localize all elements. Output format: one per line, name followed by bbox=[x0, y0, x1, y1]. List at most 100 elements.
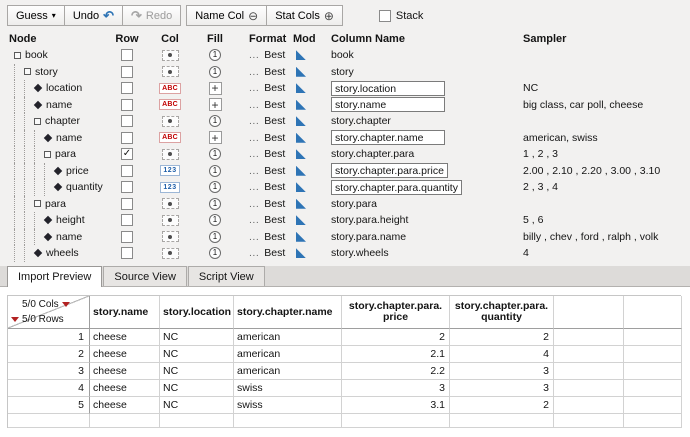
column-group-icon[interactable] bbox=[162, 248, 179, 259]
column-header[interactable]: story.chapter.para.quantity bbox=[450, 296, 554, 329]
text-column-icon[interactable]: ABC bbox=[159, 99, 181, 110]
table-cell[interactable]: 3 bbox=[342, 380, 450, 397]
table-cell[interactable]: 2 bbox=[342, 329, 450, 346]
fill-one-icon[interactable]: 1 bbox=[209, 165, 221, 177]
tree-row[interactable]: book1...Bestbook bbox=[7, 47, 683, 64]
mod-triangle-icon[interactable] bbox=[296, 248, 306, 258]
column-group-icon[interactable] bbox=[162, 50, 179, 61]
row-checkbox[interactable] bbox=[121, 231, 133, 243]
format-cell[interactable]: ...Best bbox=[237, 229, 287, 246]
tree-row[interactable]: para✓1...Beststory.chapter.para1 , 2 , 3 bbox=[7, 146, 683, 163]
table-cell[interactable]: 3 bbox=[450, 363, 554, 380]
tree-row[interactable]: name1...Beststory.para.namebilly , chev … bbox=[7, 229, 683, 246]
tree-row[interactable]: chapter1...Beststory.chapter bbox=[7, 113, 683, 130]
fill-one-icon[interactable]: 1 bbox=[209, 49, 221, 61]
columns-menu-icon[interactable] bbox=[62, 302, 70, 307]
fill-one-icon[interactable]: 1 bbox=[209, 148, 221, 160]
table-cell[interactable]: cheese bbox=[90, 397, 160, 414]
column-header[interactable]: story.name bbox=[90, 296, 160, 329]
row-checkbox[interactable] bbox=[121, 132, 133, 144]
column-name-input[interactable]: story.chapter.para.price bbox=[331, 163, 448, 178]
column-name-input[interactable]: story.location bbox=[331, 81, 445, 96]
table-cell[interactable]: cheese bbox=[90, 346, 160, 363]
tab-import-preview[interactable]: Import Preview bbox=[7, 266, 102, 287]
mod-triangle-icon[interactable] bbox=[296, 232, 306, 242]
table-cell[interactable]: swiss bbox=[234, 380, 342, 397]
table-cell[interactable]: NC bbox=[160, 329, 234, 346]
mod-triangle-icon[interactable] bbox=[296, 133, 306, 143]
column-header[interactable]: story.chapter.para.price bbox=[342, 296, 450, 329]
row-checkbox[interactable] bbox=[121, 181, 133, 193]
row-number-cell[interactable]: 1 bbox=[8, 329, 90, 346]
guess-button[interactable]: Guess ▾ bbox=[7, 5, 65, 26]
numeric-column-icon[interactable]: 123 bbox=[160, 165, 179, 176]
format-cell[interactable]: ...Best bbox=[237, 179, 287, 196]
format-cell[interactable]: ...Best bbox=[237, 113, 287, 130]
format-cell[interactable]: ...Best bbox=[237, 163, 287, 180]
fill-one-icon[interactable]: 1 bbox=[209, 198, 221, 210]
tree-row[interactable]: quantity1231...Beststory.chapter.para.qu… bbox=[7, 179, 683, 196]
table-cell[interactable]: NC bbox=[160, 397, 234, 414]
mod-triangle-icon[interactable] bbox=[296, 116, 306, 126]
numeric-column-icon[interactable]: 123 bbox=[160, 182, 179, 193]
table-cell[interactable]: NC bbox=[160, 363, 234, 380]
mod-triangle-icon[interactable] bbox=[296, 50, 306, 60]
stack-checkbox[interactable] bbox=[379, 10, 391, 22]
row-checkbox[interactable] bbox=[121, 99, 133, 111]
table-cell[interactable]: american bbox=[234, 329, 342, 346]
row-checkbox[interactable] bbox=[121, 247, 133, 259]
fill-plus-icon[interactable]: + bbox=[209, 82, 222, 95]
name-col-button[interactable]: Name Col ⊖ bbox=[186, 5, 267, 26]
tab-script-view[interactable]: Script View bbox=[188, 266, 265, 286]
column-group-icon[interactable] bbox=[162, 116, 179, 127]
table-cell[interactable]: 2.1 bbox=[342, 346, 450, 363]
column-header[interactable] bbox=[554, 296, 624, 329]
table-cell[interactable]: NC bbox=[160, 380, 234, 397]
format-cell[interactable]: ...Best bbox=[237, 64, 287, 81]
format-cell[interactable]: ...Best bbox=[237, 97, 287, 114]
column-header[interactable]: story.chapter.name bbox=[234, 296, 342, 329]
column-header[interactable] bbox=[624, 296, 682, 329]
redo-button[interactable]: ↷ Redo bbox=[122, 5, 181, 26]
tree-row[interactable]: wheels1...Beststory.wheels4 bbox=[7, 245, 683, 262]
row-number-cell[interactable]: 3 bbox=[8, 363, 90, 380]
table-cell[interactable]: 2 bbox=[450, 397, 554, 414]
fill-one-icon[interactable]: 1 bbox=[209, 247, 221, 259]
mod-triangle-icon[interactable] bbox=[296, 100, 306, 110]
text-column-icon[interactable]: ABC bbox=[159, 83, 181, 94]
mod-triangle-icon[interactable] bbox=[296, 83, 306, 93]
format-cell[interactable]: ...Best bbox=[237, 212, 287, 229]
tree-row[interactable]: nameABC+...Beststory.chapter.nameamerica… bbox=[7, 130, 683, 147]
mod-triangle-icon[interactable] bbox=[296, 149, 306, 159]
column-group-icon[interactable] bbox=[162, 198, 179, 209]
table-cell[interactable]: 2.2 bbox=[342, 363, 450, 380]
table-cell[interactable]: 4 bbox=[450, 346, 554, 363]
mod-triangle-icon[interactable] bbox=[296, 67, 306, 77]
format-cell[interactable]: ...Best bbox=[237, 130, 287, 147]
format-cell[interactable]: ...Best bbox=[237, 80, 287, 97]
table-cell[interactable]: swiss bbox=[234, 397, 342, 414]
stack-option[interactable]: Stack bbox=[379, 5, 424, 26]
row-checkbox[interactable]: ✓ bbox=[121, 148, 133, 160]
tab-source-view[interactable]: Source View bbox=[103, 266, 187, 286]
row-checkbox[interactable] bbox=[121, 66, 133, 78]
tree-row[interactable]: locationABC+...Beststory.locationNC bbox=[7, 80, 683, 97]
stat-cols-button[interactable]: Stat Cols ⊕ bbox=[266, 5, 343, 26]
fill-plus-icon[interactable]: + bbox=[209, 98, 222, 111]
row-number-cell[interactable]: 2 bbox=[8, 346, 90, 363]
column-name-input[interactable]: story.chapter.para.quantity bbox=[331, 180, 462, 195]
format-cell[interactable]: ...Best bbox=[237, 146, 287, 163]
row-checkbox[interactable] bbox=[121, 82, 133, 94]
table-cell[interactable]: cheese bbox=[90, 329, 160, 346]
mod-triangle-icon[interactable] bbox=[296, 182, 306, 192]
undo-button[interactable]: Undo ↶ bbox=[64, 5, 123, 26]
tree-row[interactable]: height1...Beststory.para.height5 , 6 bbox=[7, 212, 683, 229]
tree-row[interactable]: story1...Beststory bbox=[7, 64, 683, 81]
row-number-cell[interactable]: 4 bbox=[8, 380, 90, 397]
column-name-input[interactable]: story.name bbox=[331, 97, 445, 112]
table-cell[interactable]: american bbox=[234, 363, 342, 380]
column-group-icon[interactable] bbox=[162, 66, 179, 77]
mod-triangle-icon[interactable] bbox=[296, 199, 306, 209]
column-group-icon[interactable] bbox=[162, 215, 179, 226]
table-cell[interactable]: 3 bbox=[450, 380, 554, 397]
